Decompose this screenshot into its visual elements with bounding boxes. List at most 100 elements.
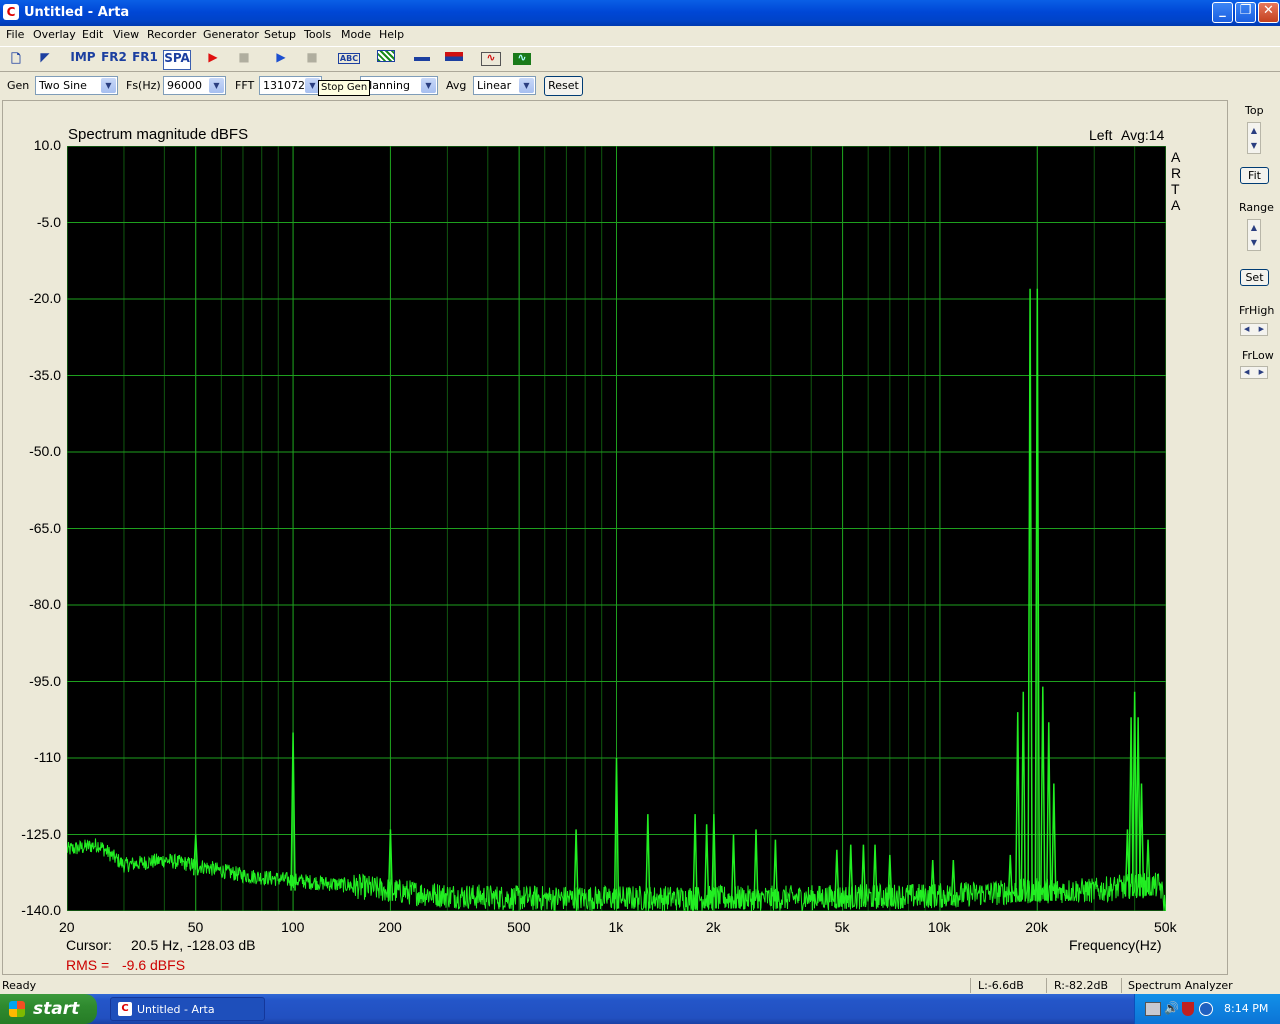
arta-watermark: ARTA [1171, 149, 1182, 213]
stop-gen-tooltip: Stop Gen [318, 80, 371, 96]
chevron-down-icon: ▼ [209, 78, 224, 93]
open-file-button[interactable]: ◤ [34, 50, 56, 70]
menu-setup[interactable]: Setup [264, 28, 296, 41]
start-button[interactable]: start [0, 994, 97, 1024]
taskbar-item-label: Untitled - Arta [137, 1003, 215, 1016]
frlow-label: FrLow [1242, 349, 1274, 362]
chevron-left-icon: ◀ [1244, 368, 1250, 376]
slider-button[interactable] [411, 50, 433, 70]
chevron-left-icon: ◀ [1244, 325, 1250, 333]
abc-icon: ABC [337, 53, 361, 64]
menu-edit[interactable]: Edit [82, 28, 103, 41]
record-button[interactable]: ▶ [202, 50, 224, 70]
volume-icon[interactable]: 🔊 [1164, 1001, 1179, 1015]
x-tick-label: 50 [187, 919, 204, 935]
status-text: Ready [2, 979, 37, 992]
fr2-button[interactable]: FR2 [101, 50, 127, 70]
chart-title: Spectrum magnitude dBFS [68, 126, 249, 143]
fr1-button[interactable]: FR1 [132, 50, 158, 70]
frlow-spinner[interactable]: ◀ ▶ [1240, 366, 1268, 379]
stop-button[interactable]: ■ [233, 50, 255, 70]
scope-button[interactable]: ∿ [511, 50, 533, 70]
chevron-down-icon: ▼ [1250, 141, 1258, 150]
avg-select-value: Linear [477, 79, 512, 92]
taskbar: start C Untitled - Arta 🔊 8:14 PM [0, 994, 1280, 1024]
close-icon: ✕ [1263, 3, 1274, 18]
restore-button[interactable]: ❐ [1235, 2, 1256, 23]
x-tick-label: 500 [507, 919, 531, 935]
top-label: Top [1245, 104, 1264, 117]
shield-icon[interactable] [1182, 1002, 1194, 1016]
fs-select-value: 96000 [167, 79, 202, 92]
stop-gen-button[interactable]: ■ [301, 50, 323, 70]
rms-value: -9.6 dBFS [122, 957, 186, 973]
antivirus-icon[interactable] [1199, 1002, 1213, 1016]
x-axis-title: Frequency(Hz) [1069, 937, 1162, 953]
network-icon[interactable] [1145, 1002, 1161, 1016]
pattern-button[interactable] [375, 50, 397, 70]
system-tray: 🔊 8:14 PM [1134, 994, 1280, 1024]
menu-tools[interactable]: Tools [304, 28, 331, 41]
fs-select[interactable]: 96000 ▼ [163, 76, 226, 95]
start-label: start [33, 999, 80, 1019]
abc-button[interactable]: ABC [337, 50, 361, 70]
y-tick-label: -20.0 [29, 290, 61, 306]
menu-mode[interactable]: Mode [341, 28, 371, 41]
stop-icon: ■ [238, 50, 250, 64]
spectrum-peak [1014, 712, 1021, 902]
fft-select[interactable]: 131072 ▼ [259, 76, 322, 95]
avg-label: Avg [446, 79, 467, 92]
left-level: L:-6.6dB [978, 979, 1024, 992]
avg-select[interactable]: Linear ▼ [473, 76, 536, 95]
menu-generator[interactable]: Generator [203, 28, 259, 41]
flag-button[interactable] [443, 50, 465, 70]
menu-overlay[interactable]: Overlay [33, 28, 76, 41]
top-spinner[interactable]: ▲ ▼ [1247, 122, 1261, 154]
menu-help[interactable]: Help [379, 28, 404, 41]
avg-count: Avg:14 [1121, 127, 1165, 143]
frhigh-spinner[interactable]: ◀ ▶ [1240, 323, 1268, 336]
window-select[interactable]: Hanning ▼ [360, 76, 438, 95]
chevron-down-icon: ▼ [1250, 238, 1258, 247]
reset-button[interactable]: Reset [544, 76, 583, 96]
x-tick-label: 1k [608, 919, 624, 935]
chevron-down-icon: ▼ [101, 78, 116, 93]
controls-bar: Gen Two Sine ▼ Fs(Hz) 96000 ▼ FFT 131072 ▼ … [0, 73, 1280, 99]
menu-file[interactable]: File [6, 28, 24, 41]
y-tick-label: -80.0 [29, 596, 61, 612]
play-button[interactable]: ▶ [270, 50, 292, 70]
gen-select[interactable]: Two Sine ▼ [35, 76, 118, 95]
spa-button[interactable]: SPA [163, 50, 191, 70]
range-spinner[interactable]: ▲ ▼ [1247, 219, 1261, 251]
minimize-button[interactable]: _ [1212, 2, 1233, 23]
x-tick-label: 200 [378, 919, 402, 935]
x-tick-label: 50k [1154, 919, 1177, 935]
menu-view[interactable]: View [113, 28, 139, 41]
menu-bar: File Overlay Edit View Recorder Generato… [0, 26, 1280, 45]
y-tick-label: -125.0 [21, 825, 61, 842]
close-button[interactable]: ✕ [1258, 2, 1279, 23]
frhigh-label: FrHigh [1239, 304, 1275, 317]
status-divider [1121, 978, 1122, 993]
rms-label: RMS = [66, 957, 110, 973]
set-button[interactable]: Set [1240, 269, 1269, 286]
imp-button[interactable]: IMP [70, 50, 96, 70]
spectrum-plot[interactable] [67, 146, 1166, 911]
y-tick-label: -95.0 [29, 672, 61, 689]
status-divider [970, 978, 971, 993]
clock: 8:14 PM [1224, 1002, 1269, 1015]
spectrum-peak [730, 834, 737, 909]
menu-recorder[interactable]: Recorder [147, 28, 196, 41]
y-tick-label: -50.0 [29, 443, 61, 459]
status-divider [1046, 978, 1047, 993]
slider-icon [414, 57, 430, 61]
fit-button[interactable]: Fit [1240, 167, 1269, 184]
new-file-button[interactable]: 🗋 [5, 50, 27, 70]
x-tick-label: 5k [834, 919, 850, 935]
windows-logo-icon [9, 1001, 25, 1017]
taskbar-item-arta[interactable]: C Untitled - Arta [110, 997, 265, 1021]
arta-logo-icon[interactable]: C [3, 4, 19, 20]
x-tick-label: 2k [705, 919, 721, 935]
side-panel: Top ▲ ▼ Fit Range ▲ ▼ Set FrHigh ◀ ▶ FrLow … [1230, 100, 1280, 975]
sine-button[interactable]: ∿ [480, 50, 502, 70]
